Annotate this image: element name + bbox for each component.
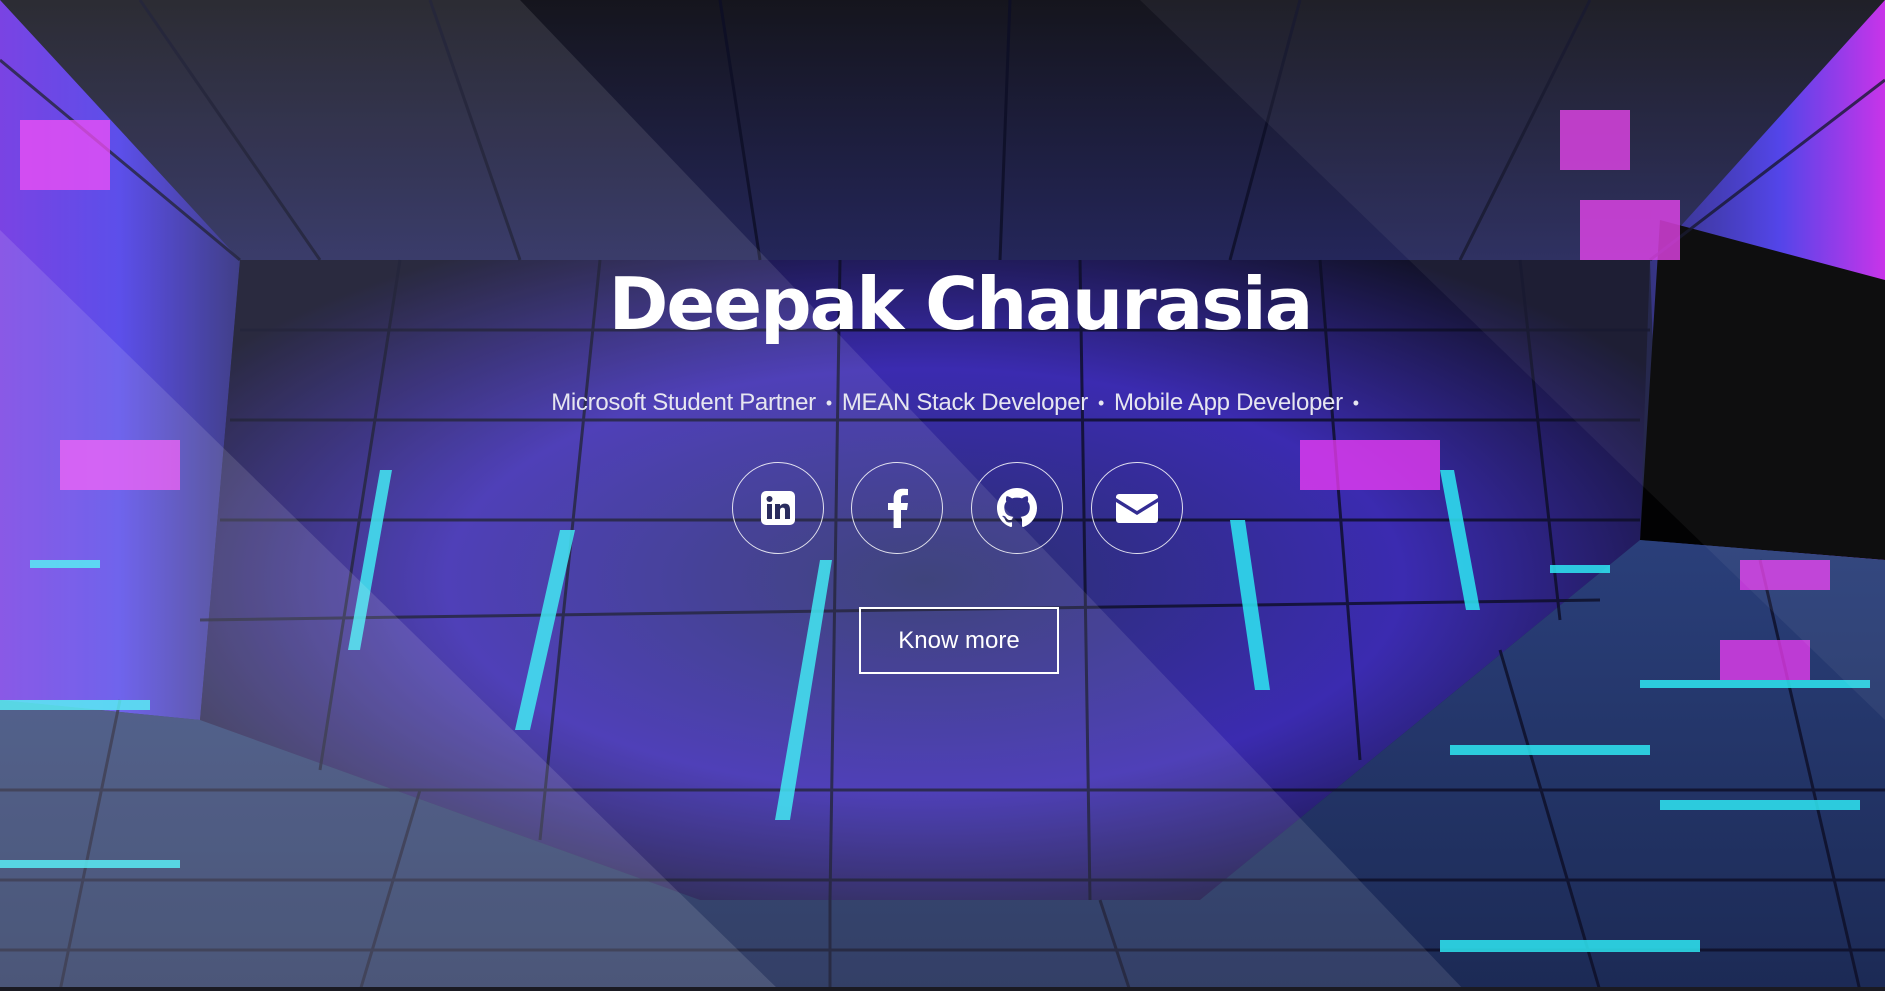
- facebook-icon: [888, 488, 908, 528]
- envelope-icon: [1116, 494, 1158, 523]
- github-link[interactable]: [971, 462, 1063, 554]
- role-separator: •: [1352, 393, 1359, 413]
- hero-title: Deepak Chaurasia: [608, 262, 1314, 346]
- role-microsoft-student-partner: Microsoft Student Partner: [551, 389, 816, 416]
- social-links: [732, 462, 1188, 558]
- linkedin-icon: [761, 491, 795, 525]
- github-icon: [997, 488, 1037, 528]
- know-more-button[interactable]: Know more: [859, 607, 1059, 674]
- hero-section: Deepak Chaurasia Microsoft Student Partn…: [0, 0, 1885, 991]
- bottom-edge: [0, 987, 1885, 991]
- role-mobile-app-developer: Mobile App Developer: [1113, 389, 1343, 416]
- role-mean-stack-developer: MEAN Stack Developer: [841, 389, 1088, 416]
- hero-roles: Microsoft Student Partner • MEAN Stack Dev…: [0, 388, 1885, 418]
- facebook-link[interactable]: [851, 462, 943, 554]
- role-separator: •: [1097, 393, 1104, 413]
- email-link[interactable]: [1091, 462, 1183, 554]
- hero-content: Deepak Chaurasia Microsoft Student Partn…: [0, 0, 1885, 991]
- linkedin-link[interactable]: [732, 462, 824, 554]
- role-separator: •: [825, 393, 832, 413]
